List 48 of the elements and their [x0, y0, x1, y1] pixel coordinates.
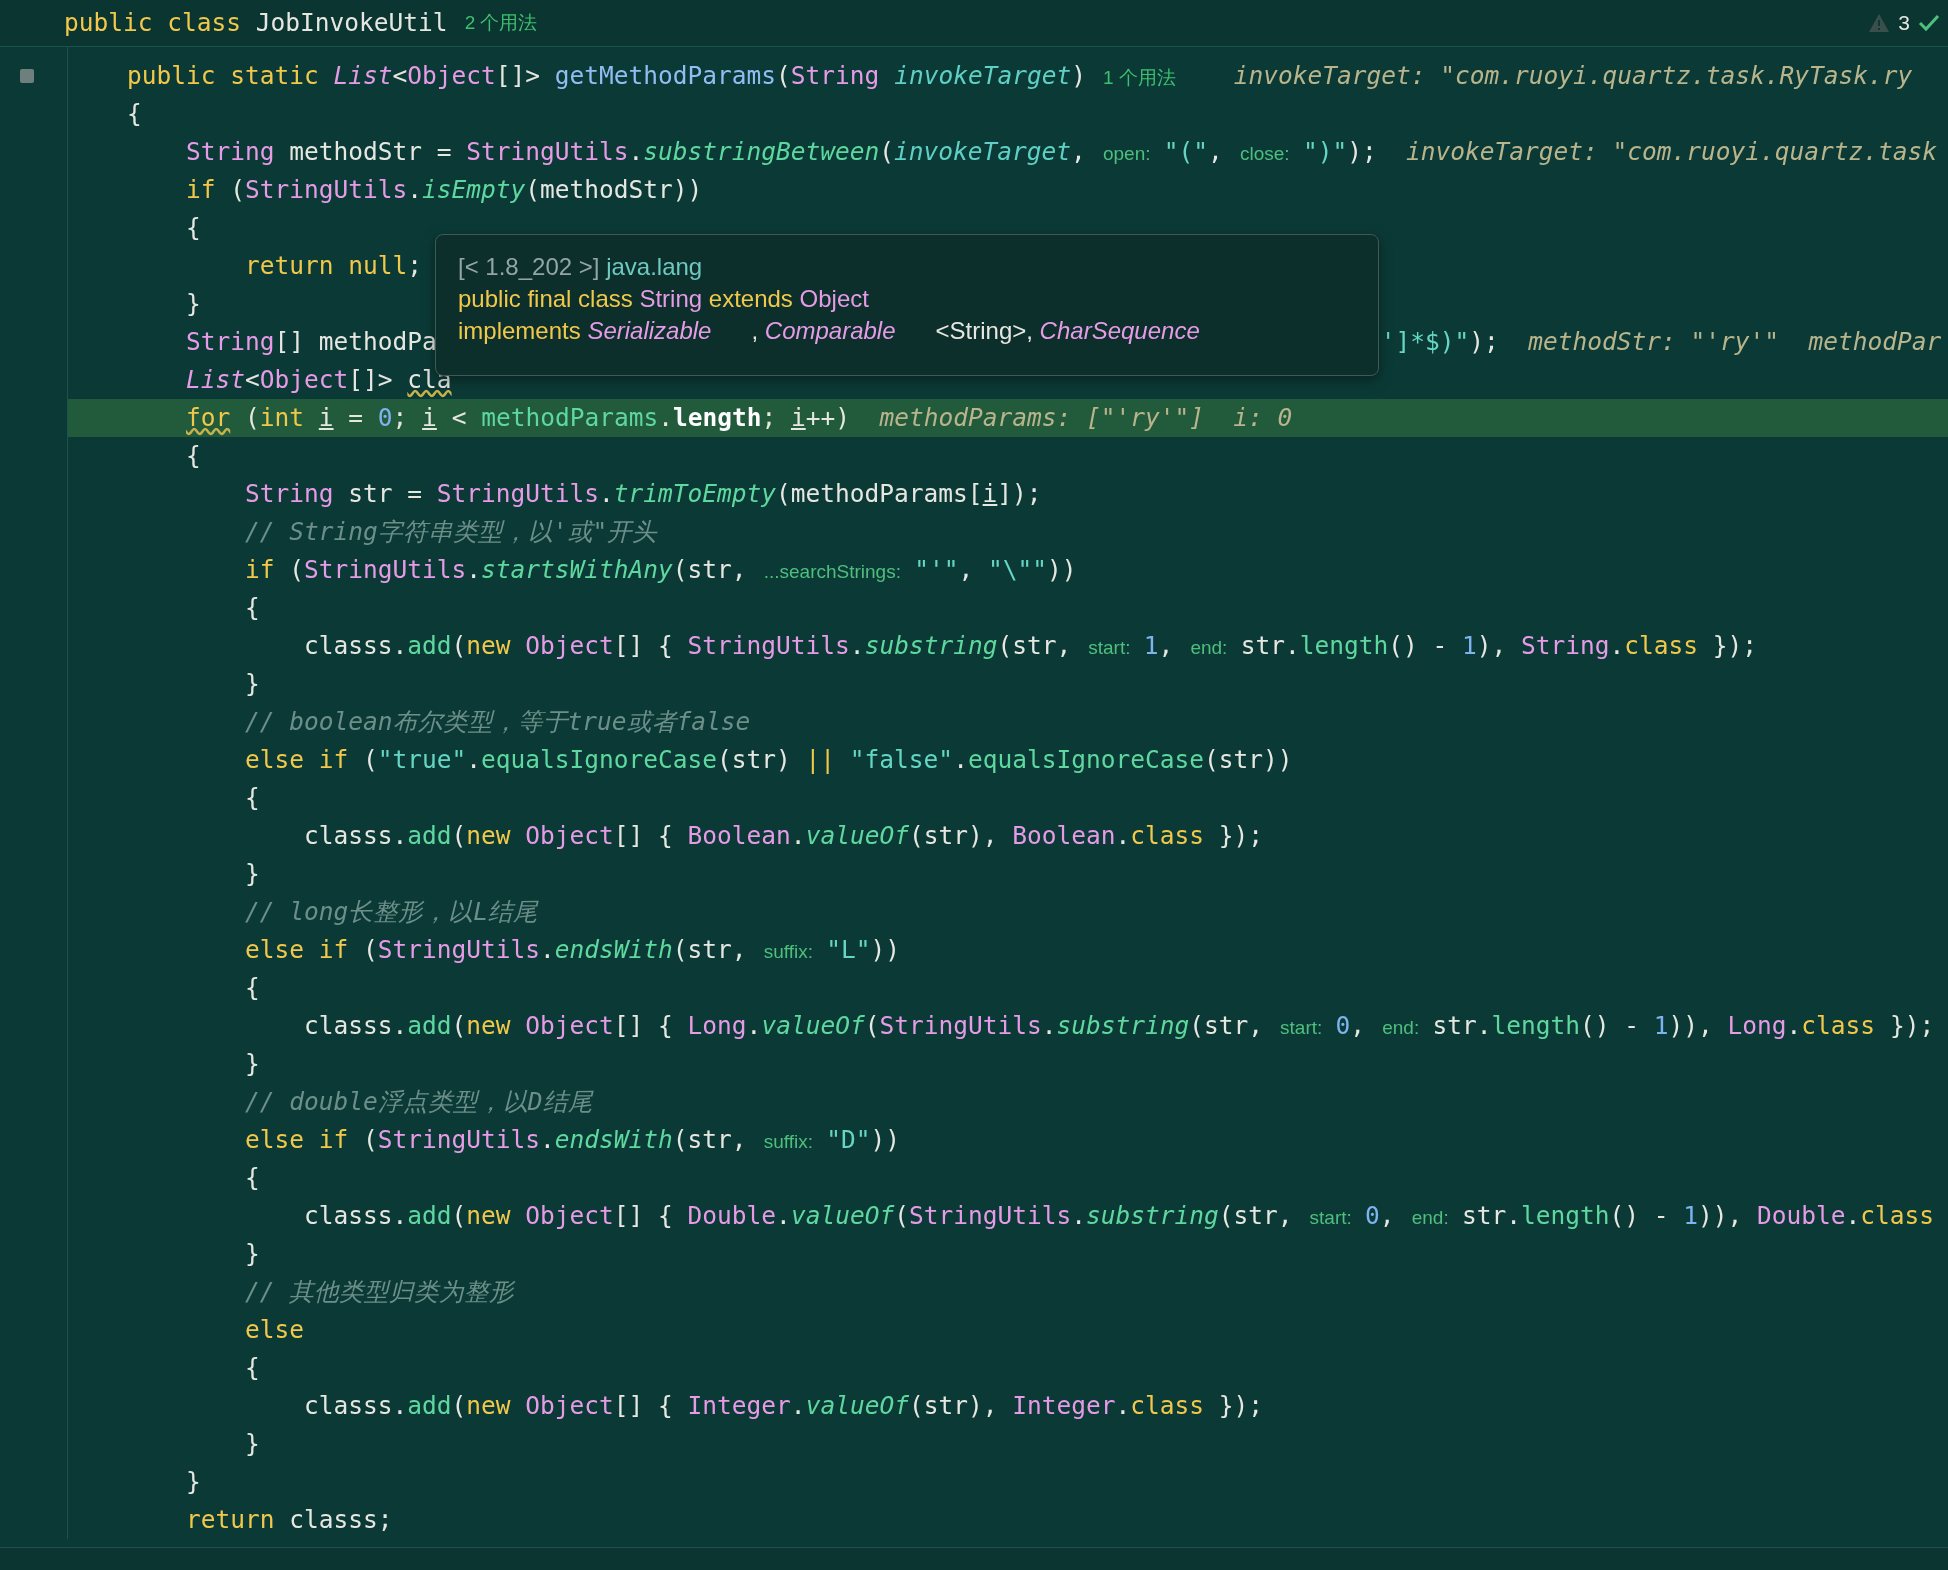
- code-line: else if (StringUtils.endsWith(str, suffix: "D")): [245, 1124, 901, 1156]
- code-line: {: [245, 782, 260, 814]
- problem-count[interactable]: 3: [1898, 7, 1910, 39]
- code-line: for (int i = 0; i < methodParams.length; i++) methodParams: ["'ry'"] i: 0: [186, 402, 1293, 434]
- code-line-fragment: ']*$)"); methodStr: "'ry'" methodPar: [1380, 326, 1942, 358]
- code-line: public static List<Object[]> getMethodParams(String invokeTarget) 1 个用法 invokeTarget: "com.ruoyi.quartz.task.RyTask.ry: [127, 60, 1913, 92]
- check-icon[interactable]: [1918, 13, 1940, 33]
- code-line: }: [245, 1238, 260, 1270]
- warning-icon[interactable]: [1868, 13, 1891, 33]
- code-line: classs.add(new Object[] { Double.valueOf(StringUtils.substring(str, start: 0, end: str.length() - 1)), Double.class: [304, 1200, 1935, 1232]
- code-line: // boolean布尔类型，等于true或者false: [245, 706, 751, 738]
- code-line: {: [245, 1352, 260, 1384]
- code-line: }: [245, 1428, 260, 1460]
- code-line: }: [186, 288, 201, 320]
- tooltip-line: implements Serializable , Comparable <String>, CharSequence: [458, 316, 1201, 346]
- code-line: // long长整形，以L结尾: [245, 896, 538, 928]
- tooltip-line: public final class String extends Object: [458, 284, 870, 314]
- code-line: else: [245, 1314, 304, 1346]
- code-line: classs.add(new Object[] { Long.valueOf(StringUtils.substring(str, start: 0, end: str.length() - 1)), Long.class });: [304, 1010, 1935, 1042]
- code-line: }: [245, 668, 260, 700]
- code-line: {: [245, 592, 260, 624]
- code-line: else if ("true".equalsIgnoreCase(str) || "false".equalsIgnoreCase(str)): [245, 744, 1293, 776]
- code-line: else if (StringUtils.endsWith(str, suffix: "L")): [245, 934, 901, 966]
- usage-count[interactable]: 2 个用法: [464, 8, 538, 38]
- tooltip-line: [< 1.8_202 >] java.lang: [458, 252, 704, 282]
- code-line: }: [245, 858, 260, 890]
- bookmark-icon[interactable]: [20, 69, 34, 83]
- code-line: String[] methodPa: [186, 326, 437, 358]
- code-line: {: [186, 440, 201, 472]
- code-line: // String字符串类型，以'或"开头: [245, 516, 658, 548]
- code-line: return null;: [245, 250, 423, 282]
- code-line: return classs;: [186, 1504, 393, 1536]
- code-line: }: [245, 1048, 260, 1080]
- code-line: String str = StringUtils.trimToEmpty(methodParams[i]);: [245, 478, 1042, 510]
- class-declaration: public class JobInvokeUtil: [64, 6, 448, 39]
- code-line: {: [186, 212, 201, 244]
- code-line: String methodStr = StringUtils.substringBetween(invokeTarget, open: "(", close: ")"); invokeTarget: "com.ruoyi.quartz.task: [186, 136, 1938, 168]
- code-line: // 其他类型归类为整形: [245, 1276, 515, 1308]
- code-line: if (StringUtils.startsWithAny(str, ...searchStrings: "'", "\"")): [245, 554, 1077, 586]
- code-line: }: [186, 1466, 201, 1498]
- code-line: classs.add(new Object[] { Integer.valueOf(str), Integer.class });: [304, 1390, 1263, 1422]
- code-line: if (StringUtils.isEmpty(methodStr)): [186, 174, 703, 206]
- code-line: {: [245, 1162, 260, 1194]
- code-line: classs.add(new Object[] { StringUtils.substring(str, start: 1, end: str.length() - 1), String.class });: [304, 630, 1758, 662]
- code-line: {: [245, 972, 260, 1004]
- code-line: {: [127, 98, 142, 130]
- code-line: classs.add(new Object[] { Boolean.valueOf(str), Boolean.class });: [304, 820, 1263, 852]
- code-line: // double浮点类型，以D结尾: [245, 1086, 593, 1118]
